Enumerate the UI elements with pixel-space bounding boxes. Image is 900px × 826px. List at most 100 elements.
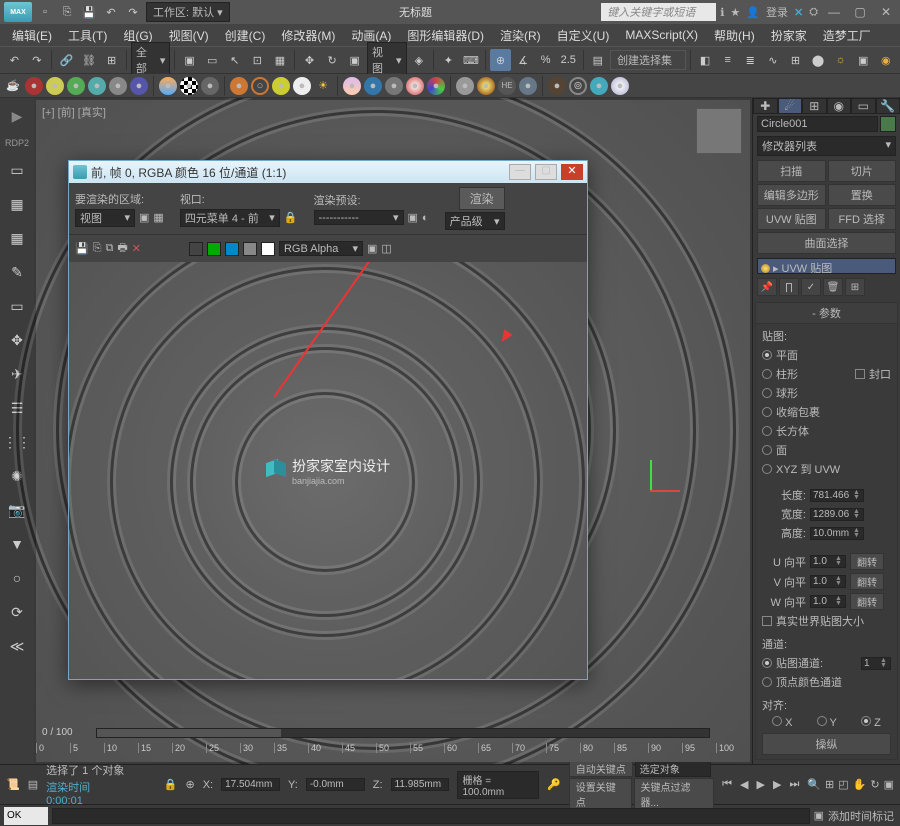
nav-zoomall-icon[interactable]: ⊞ <box>825 778 834 791</box>
key-filter-button[interactable]: 关键点过滤器... <box>634 778 715 810</box>
quality-dropdown[interactable]: 产品级▾ <box>445 212 505 230</box>
snap-icon[interactable]: ⊕ <box>490 49 511 71</box>
mat-target-icon[interactable]: ⊚ <box>569 77 587 95</box>
menu-help[interactable]: 帮助(H) <box>708 25 761 46</box>
edit-icon[interactable]: ✎ <box>5 260 29 284</box>
v-tile-spinner[interactable]: 1.0▲▼ <box>810 575 846 588</box>
tab-motion[interactable]: ◉ <box>827 98 852 114</box>
radio-sphere[interactable] <box>762 388 772 398</box>
angle-snap-icon[interactable]: ∡ <box>513 49 534 71</box>
isolate-icon[interactable]: ▣ <box>814 809 824 822</box>
region-icon[interactable]: ▣ <box>139 211 149 224</box>
menu-create[interactable]: 创建(C) <box>219 25 272 46</box>
tab-create[interactable]: ✚ <box>753 98 778 114</box>
sync-icon[interactable]: ⟳ <box>5 600 29 624</box>
align-y-radio[interactable] <box>817 716 827 726</box>
sphere-blue-icon[interactable]: ● <box>130 77 148 95</box>
render-icon[interactable]: ◉ <box>876 49 897 71</box>
new-icon[interactable]: ▫ <box>36 3 54 21</box>
layers-icon[interactable]: ≣ <box>740 49 761 71</box>
copy-image-icon[interactable]: ⎘ <box>93 242 102 255</box>
menu-edit[interactable]: 编辑(E) <box>6 25 58 46</box>
window-crossing-icon[interactable]: ▣ <box>179 49 200 71</box>
object-color-swatch[interactable] <box>880 116 896 132</box>
nav-fov-icon[interactable]: ◰ <box>838 778 848 791</box>
nav-maximize-icon[interactable]: ▣ <box>884 778 894 791</box>
swatch-green[interactable] <box>207 242 221 256</box>
height-spinner[interactable]: 10.0mm▲▼ <box>810 527 864 540</box>
realworld-checkbox[interactable] <box>762 616 772 626</box>
rollout-params-head[interactable]: - 参数 <box>756 303 897 324</box>
mat-sun-icon[interactable]: ☀ <box>314 77 332 95</box>
mat-he-icon[interactable]: HE <box>498 77 516 95</box>
mat-yellow2-icon[interactable]: ● <box>272 77 290 95</box>
pivot-icon[interactable]: ◈ <box>409 49 430 71</box>
mat-bubble-icon[interactable]: ● <box>611 77 629 95</box>
sphere-gray-icon[interactable]: ● <box>109 77 127 95</box>
bind-icon[interactable]: ⊞ <box>101 49 122 71</box>
mat-car-icon[interactable]: ● <box>385 77 403 95</box>
mat-orange-icon[interactable]: ● <box>230 77 248 95</box>
print-icon[interactable]: 🖶 <box>117 239 127 258</box>
object-name-input[interactable]: Circle001 <box>757 116 878 132</box>
split-icon[interactable]: ◫ <box>381 242 391 255</box>
preset-opt-icon[interactable]: ▣ <box>408 211 418 224</box>
circle-tool-icon[interactable]: ○ <box>5 566 29 590</box>
prev-frame-icon[interactable]: ◀ <box>740 778 748 791</box>
mapchan-spinner[interactable]: 1▲▼ <box>861 657 891 670</box>
channel-dropdown[interactable]: RGB Alpha▾ <box>279 241 363 256</box>
selection-filter-dropdown[interactable]: 全部▾ <box>131 42 171 78</box>
app-logo-icon[interactable]: MAX <box>4 2 32 22</box>
menu-maxscript[interactable]: MAXScript(X) <box>619 26 704 44</box>
render-maximize-button[interactable]: ▢ <box>535 164 557 180</box>
ext-icon[interactable]: ✕ <box>794 6 803 19</box>
align-icon[interactable]: ≡ <box>717 49 738 71</box>
preset-dropdown[interactable]: -----------▾ <box>314 210 404 225</box>
mat-glow2-icon[interactable]: ● <box>477 77 495 95</box>
render-frame-icon[interactable]: ▣ <box>853 49 874 71</box>
quick-scan-button[interactable]: 扫描 <box>757 160 826 182</box>
select-region-icon[interactable]: ▦ <box>270 49 291 71</box>
radio-box[interactable] <box>762 426 772 436</box>
coord-x-input[interactable]: 17.504mm <box>221 778 280 791</box>
redo-button[interactable]: ↷ <box>27 49 48 71</box>
curve-editor-icon[interactable]: ∿ <box>763 49 784 71</box>
search-input[interactable]: 键入关键字或短语 <box>601 3 716 21</box>
close-button[interactable]: ✕ <box>876 4 896 20</box>
render-button[interactable]: 渲染 <box>459 187 505 210</box>
script-icon[interactable]: 📜 <box>6 778 20 791</box>
modifier-list-dropdown[interactable]: 修改器列表▾ <box>757 136 896 156</box>
render-close-button[interactable]: ✕ <box>561 164 583 180</box>
tab-display[interactable]: ▭ <box>851 98 876 114</box>
sphere-green-icon[interactable]: ● <box>67 77 85 95</box>
nav-orbit-icon[interactable]: ↻ <box>870 778 879 791</box>
schematic-icon[interactable]: ⊞ <box>785 49 806 71</box>
settings-icon[interactable]: ⛭ <box>809 6 818 19</box>
transform-type-icon[interactable]: ⊕ <box>185 778 194 791</box>
radio-cylinder[interactable] <box>762 369 772 379</box>
radio-plane[interactable] <box>762 350 772 360</box>
manipulate-button[interactable]: 操纵 <box>762 733 891 755</box>
menu-banjiajia[interactable]: 扮家家 <box>765 25 813 46</box>
down-icon[interactable]: ▼ <box>5 532 29 556</box>
ref-coord-dropdown[interactable]: 视图▾ <box>367 42 407 78</box>
viewport-label[interactable]: [+] [前] [真实] <box>42 104 106 120</box>
play-icon[interactable]: ▶ <box>5 104 29 128</box>
login-link[interactable]: 登录 <box>766 4 788 20</box>
w-flip-button[interactable]: 翻转 <box>850 593 884 610</box>
quick-surfsel-button[interactable]: 曲面选择 <box>757 232 896 254</box>
menu-grapheditor[interactable]: 图形编辑器(D) <box>401 25 490 46</box>
u-tile-spinner[interactable]: 1.0▲▼ <box>810 555 846 568</box>
menu-render[interactable]: 渲染(R) <box>494 25 547 46</box>
select-icon[interactable]: ▭ <box>202 49 223 71</box>
mat-multi-icon[interactable]: ● <box>427 77 445 95</box>
auto-key-button[interactable]: 自动关键点 <box>569 760 633 777</box>
mat-ring-icon[interactable]: ○ <box>251 77 269 95</box>
sphere-cyan-icon[interactable]: ● <box>88 77 106 95</box>
v-flip-button[interactable]: 翻转 <box>850 573 884 590</box>
quick-editpoly-button[interactable]: 编辑多边形 <box>757 184 826 206</box>
config-icon[interactable]: ⊞ <box>845 278 865 296</box>
radio-mapchan[interactable] <box>762 658 772 668</box>
select-name-icon[interactable]: ⊡ <box>247 49 268 71</box>
share-icon[interactable]: ≪ <box>5 634 29 658</box>
